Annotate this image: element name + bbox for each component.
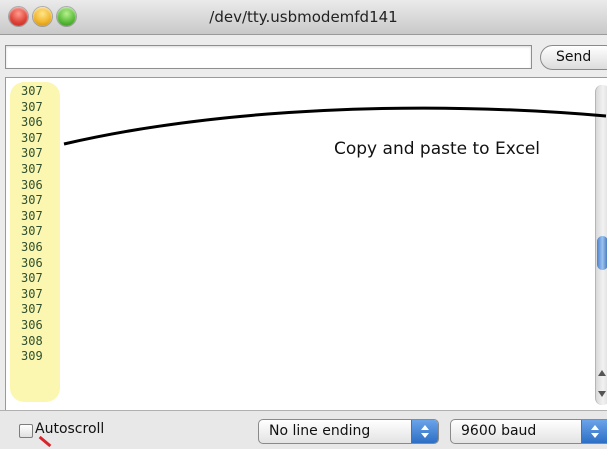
serial-input-field[interactable]: [5, 45, 532, 69]
updown-stepper-icon: [581, 420, 607, 443]
output-line: 307: [21, 302, 43, 317]
output-line: 307: [21, 286, 43, 301]
window-title: /dev/tty.usbmodemfd141: [209, 8, 398, 26]
output-line: 307: [21, 130, 43, 145]
output-line: 306: [21, 177, 43, 192]
send-button[interactable]: Send: [540, 45, 607, 70]
annotation-text: Copy and paste to Excel: [334, 139, 541, 159]
baud-rate-value: 9600 baud: [461, 423, 537, 439]
autoscroll-checkbox[interactable]: [19, 424, 33, 438]
output-line: 308: [21, 333, 43, 348]
output-line: 307: [21, 146, 43, 161]
output-line: 307: [21, 208, 43, 223]
baud-rate-select[interactable]: 9600 baud: [450, 419, 607, 444]
output-line: 307: [21, 161, 43, 176]
output-line: 307: [21, 84, 43, 98]
updown-stepper-icon: [411, 420, 438, 443]
output-line: 307: [21, 193, 43, 208]
autoscroll-label[interactable]: Autoscroll: [35, 421, 104, 437]
output-line: 307: [21, 224, 43, 239]
line-ending-value: No line ending: [269, 423, 371, 439]
output-line: 309: [21, 349, 43, 364]
output-line: 307: [21, 99, 43, 114]
scroll-down-arrow-icon[interactable]: [598, 391, 606, 397]
output-line: 306: [21, 317, 43, 332]
output-lines: 307 307 306 307 307 307 306 307 307 307 306 306 307 3…: [21, 84, 43, 365]
serial-monitor-window: /dev/tty.usbmodemfd141 Send 307 307 306 307…: [0, 0, 607, 449]
output-line: 306: [21, 239, 43, 254]
scroll-up-arrow-icon[interactable]: [598, 370, 606, 376]
output-line: 306: [21, 115, 43, 130]
scrollbar-thumb[interactable]: [597, 236, 607, 270]
line-ending-select[interactable]: No line ending: [258, 419, 439, 444]
output-line: 307: [21, 271, 43, 286]
serial-output-area[interactable]: 307 307 306 307 307 307 306 307 307 307 306 306 307 3…: [5, 77, 607, 410]
output-line: 306: [21, 255, 43, 270]
title-bar: /dev/tty.usbmodemfd141: [0, 0, 607, 35]
